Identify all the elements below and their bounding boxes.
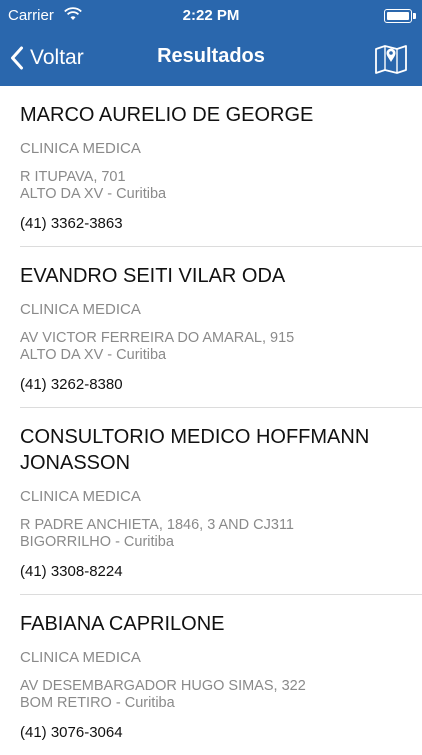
page-title: Resultados — [157, 45, 265, 67]
result-specialty: CLINICA MEDICA — [20, 140, 141, 157]
result-address: AV DESEMBARGADOR HUGO SIMAS, 322 BOM RET… — [20, 678, 402, 712]
phone-number[interactable]: (41) 3308-8224 — [20, 563, 402, 580]
clock: 2:22 PM — [182, 7, 240, 24]
result-address: AV VICTOR FERREIRA DO AMARAL, 915 ALTO D… — [20, 330, 402, 364]
address-line-2: BOM RETIRO - Curitiba — [20, 695, 175, 711]
result-name: CONSULTORIO MEDICO HOFFMANN JONASSON — [20, 426, 370, 474]
result-name: FABIANA CAPRILONE — [20, 613, 225, 635]
phone-number[interactable]: (41) 3362-3863 — [20, 215, 402, 232]
address-line-1: AV VICTOR FERREIRA DO AMARAL, 915 — [20, 330, 295, 346]
phone-number[interactable]: (41) 3262-8380 — [20, 376, 402, 393]
list-item[interactable]: CONSULTORIO MEDICO HOFFMANN JONASSON CLI… — [0, 408, 422, 594]
results-list: MARCO AURELIO DE GEORGE CLINICA MEDICA R… — [0, 86, 422, 755]
result-name: EVANDRO SEITI VILAR ODA — [20, 265, 286, 287]
address-line-2: ALTO DA XV - Curitiba — [20, 347, 167, 363]
result-specialty: CLINICA MEDICA — [20, 488, 141, 505]
result-address: R ITUPAVA, 701 ALTO DA XV - Curitiba — [20, 169, 402, 203]
list-item[interactable]: MARCO AURELIO DE GEORGE CLINICA MEDICA R… — [0, 86, 422, 246]
address-line-2: ALTO DA XV - Curitiba — [20, 186, 167, 202]
navigation-bar: Voltar Resultados — [0, 32, 422, 86]
address-line-1: R PADRE ANCHIETA, 1846, 3 AND CJ311 — [20, 517, 294, 533]
result-specialty: CLINICA MEDICA — [20, 301, 141, 318]
result-name: MARCO AURELIO DE GEORGE — [20, 104, 314, 126]
phone-number[interactable]: (41) 3076-3064 — [20, 724, 402, 741]
list-item[interactable]: EVANDRO SEITI VILAR ODA CLINICA MEDICA A… — [0, 247, 422, 407]
address-line-2: BIGORRILHO - Curitiba — [20, 534, 174, 550]
result-address: R PADRE ANCHIETA, 1846, 3 AND CJ311 BIGO… — [20, 517, 402, 551]
status-bar: Carrier 2:22 PM — [0, 0, 422, 32]
battery-icon — [384, 9, 416, 23]
result-specialty: CLINICA MEDICA — [20, 649, 141, 666]
list-item[interactable]: FABIANA CAPRILONE CLINICA MEDICA AV DESE… — [0, 595, 422, 755]
address-line-1: AV DESEMBARGADOR HUGO SIMAS, 322 — [20, 678, 306, 694]
map-pin-icon[interactable] — [374, 42, 408, 76]
address-line-1: R ITUPAVA, 701 — [20, 169, 126, 185]
